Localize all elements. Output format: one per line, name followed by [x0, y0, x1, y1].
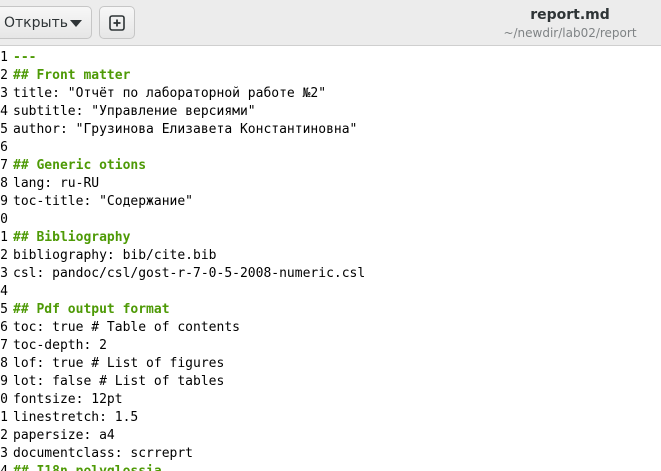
line-number: 8 — [0, 356, 8, 371]
markdown-heading: ## Generic otions — [13, 158, 147, 173]
new-document-icon — [109, 14, 125, 31]
line-text: documentclass: scrreprt — [13, 446, 194, 461]
open-button-label: Открыть — [4, 14, 68, 31]
markdown-heading: ## I18n polyglossia — [13, 463, 162, 471]
line-text: lot: false # List of tables — [13, 374, 225, 389]
line-number: 4 — [0, 104, 8, 119]
line-number: 3 — [0, 266, 8, 281]
line-number: 7 — [0, 338, 8, 353]
new-document-button[interactable] — [99, 6, 135, 39]
line-number: 5 — [0, 122, 8, 137]
line-text: subtitle: "Управление версиями" — [13, 104, 256, 119]
line-number: 3 — [0, 446, 8, 461]
markdown-heading: --- — [13, 50, 37, 65]
line-text: fontsize: 12pt — [13, 392, 123, 407]
line-text: author: "Грузинова Елизавета Константино… — [13, 122, 358, 137]
line-text: csl: pandoc/csl/gost-r-7-0-5-2008-numeri… — [13, 266, 366, 281]
line-number: 0 — [0, 392, 8, 407]
line-number: 2 — [0, 428, 8, 443]
line-text: papersize: a4 — [13, 428, 115, 443]
line-number: 2 — [0, 248, 8, 263]
text-editor[interactable]: 1 --- 2 ## Front matter 3 title: "Отчёт по ла… — [0, 47, 661, 471]
line-number: 9 — [0, 194, 8, 209]
line-number: 1 — [0, 410, 8, 425]
line-text: toc: true # Table of contents — [13, 320, 240, 335]
line-text: title: "Отчёт по лабораторной работе №2" — [13, 86, 327, 101]
line-number: 7 — [0, 158, 8, 173]
line-number: 3 — [0, 86, 8, 101]
open-button[interactable]: Открыть — [0, 6, 92, 39]
line-number: 9 — [0, 374, 8, 389]
document-title: report.md — [530, 7, 610, 23]
line-text: toc-depth: 2 — [13, 338, 107, 353]
line-number: 0 — [0, 212, 8, 227]
line-number: 6 — [0, 320, 8, 335]
header-bar: Открыть report.md ~/newdir/lab02/report — [0, 0, 661, 46]
line-text: lof: true # List of figures — [13, 356, 225, 371]
line-number: 2 — [0, 68, 8, 83]
line-number: 4 — [0, 284, 8, 299]
markdown-heading: ## Pdf output format — [13, 302, 170, 317]
window-title-area: report.md ~/newdir/lab02/report — [470, 5, 661, 41]
line-number: 4 — [0, 463, 8, 471]
document-path: ~/newdir/lab02/report — [503, 26, 637, 40]
markdown-heading: ## Bibliography — [13, 230, 131, 245]
line-text: lang: ru-RU — [13, 176, 100, 191]
line-number: 8 — [0, 176, 8, 191]
markdown-heading: ## Front matter — [13, 68, 131, 83]
line-text: toc-title: "Содержание" — [13, 194, 194, 209]
line-number: 6 — [0, 140, 8, 155]
line-number: 1 — [0, 50, 8, 65]
line-text: linestretch: 1.5 — [13, 410, 139, 425]
line-number: 5 — [0, 302, 8, 317]
chevron-down-icon — [70, 20, 82, 27]
line-text: bibliography: bib/cite.bib — [13, 248, 217, 263]
line-number: 1 — [0, 230, 8, 245]
